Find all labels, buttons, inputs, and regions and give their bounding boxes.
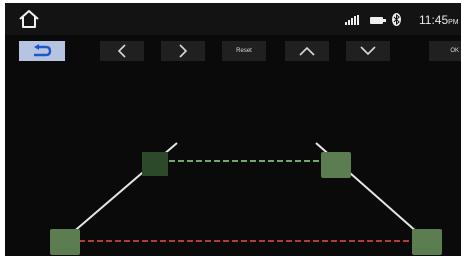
top-right-handle[interactable] bbox=[321, 152, 351, 178]
bottom-right-handle[interactable] bbox=[412, 229, 442, 255]
parking-guide-lines bbox=[50, 142, 442, 255]
bottom-left-handle[interactable] bbox=[50, 229, 80, 255]
camera-guide-screen: 11:45PM Reset OK bbox=[5, 3, 461, 256]
top-left-handle[interactable] bbox=[142, 152, 168, 176]
